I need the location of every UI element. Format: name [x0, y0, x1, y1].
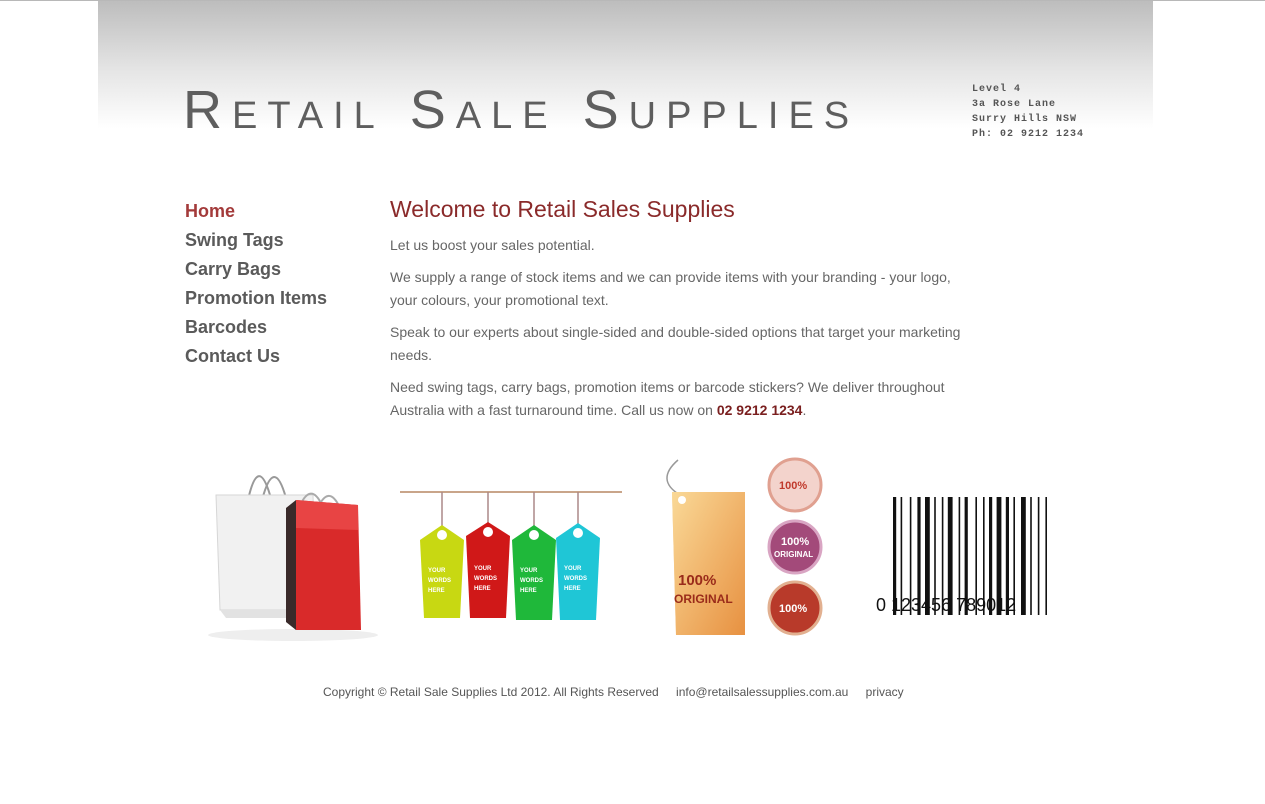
seal-text: ORIGINAL [774, 550, 813, 559]
tag-red: YOUR WORDS HERE [466, 492, 510, 618]
nav-item-home[interactable]: Home [185, 198, 375, 227]
tag-yellow: YOUR WORDS HERE [420, 492, 464, 618]
main-content: Welcome to Retail Sales Supplies Let us … [390, 192, 980, 431]
carry-bags-image[interactable] [198, 450, 383, 645]
address-line: Level 4 [972, 84, 1022, 95]
barcode-digits: 0 123456 789012 [876, 595, 1016, 615]
nav-item-contact-us[interactable]: Contact Us [185, 343, 375, 372]
tag-text: WORDS [520, 578, 543, 584]
nav-item-barcodes[interactable]: Barcodes [185, 314, 375, 343]
privacy-link[interactable]: privacy [866, 685, 904, 699]
tag-cyan: YOUR WORDS HERE [556, 492, 600, 620]
page-title: Welcome to Retail Sales Supplies [390, 196, 735, 222]
tag-text: HERE [428, 588, 445, 594]
address-line: 3a Rose Lane [972, 99, 1057, 110]
seal-text: 100% [779, 480, 807, 492]
barcodes-image[interactable]: 0 123456 789012 [873, 450, 1063, 645]
tag-text: WORDS [474, 576, 497, 582]
tag-green: YOUR WORDS HERE [512, 492, 556, 620]
address-phone: Ph: 02 9212 1234 [972, 129, 1085, 140]
nav-item-swing-tags[interactable]: Swing Tags [185, 227, 375, 256]
seal-text: 100% [678, 572, 716, 589]
site-logo[interactable]: Retail Sale Supplies [183, 70, 859, 150]
seal-text: 100% [779, 603, 807, 615]
barcode-bar [1021, 497, 1026, 615]
tag-text: WORDS [428, 578, 451, 584]
tag-text: WORDS [564, 576, 587, 582]
tag-text: HERE [474, 586, 491, 592]
footer: Copyright © Retail Sale Supplies Ltd 201… [323, 685, 918, 699]
tag-text: HERE [564, 586, 581, 592]
swing-tags-image[interactable]: YOUR WORDS HERE YOUR WORDS HERE YOUR WOR… [400, 450, 622, 645]
address-line: Surry Hills NSW [972, 114, 1078, 125]
barcode-bar [1045, 497, 1047, 615]
phone-number: 02 9212 1234 [716, 402, 803, 418]
email-link[interactable]: info@retailsalessupplies.com.au [676, 685, 848, 699]
delivery-text: Need swing tags, carry bags, promotion i… [390, 379, 945, 418]
delivery-paragraph: Need swing tags, carry bags, promotion i… [390, 376, 980, 422]
branding-paragraph: We supply a range of stock items and we … [390, 269, 951, 308]
copyright-text: Copyright © Retail Sale Supplies Ltd 201… [323, 685, 659, 699]
seal-text: ORIGINAL [674, 592, 733, 606]
tag-text: YOUR [428, 568, 446, 574]
intro-paragraph: Let us boost your sales potential. [390, 237, 595, 253]
promotion-items-image[interactable]: 100% ORIGINAL 100% 100% ORIGINAL 100% [650, 450, 845, 645]
tag-text: HERE [520, 588, 537, 594]
tag-text: YOUR [564, 566, 582, 572]
nav-item-carry-bags[interactable]: Carry Bags [185, 256, 375, 285]
delivery-end: . [802, 402, 807, 418]
main-nav: Home Swing Tags Carry Bags Promotion Ite… [185, 198, 375, 372]
header-address: Level 4 3a Rose Lane Surry Hills NSW Ph:… [972, 82, 1092, 142]
barcode-bar [1030, 497, 1032, 615]
nav-item-promotion-items[interactable]: Promotion Items [185, 285, 375, 314]
seal-text: 100% [781, 536, 809, 548]
experts-paragraph: Speak to our experts about single-sided … [390, 324, 961, 363]
tag-text: YOUR [474, 566, 492, 572]
tag-text: YOUR [520, 568, 538, 574]
barcode-bar [1037, 497, 1040, 615]
product-gallery: YOUR WORDS HERE YOUR WORDS HERE YOUR WOR… [198, 450, 1068, 645]
